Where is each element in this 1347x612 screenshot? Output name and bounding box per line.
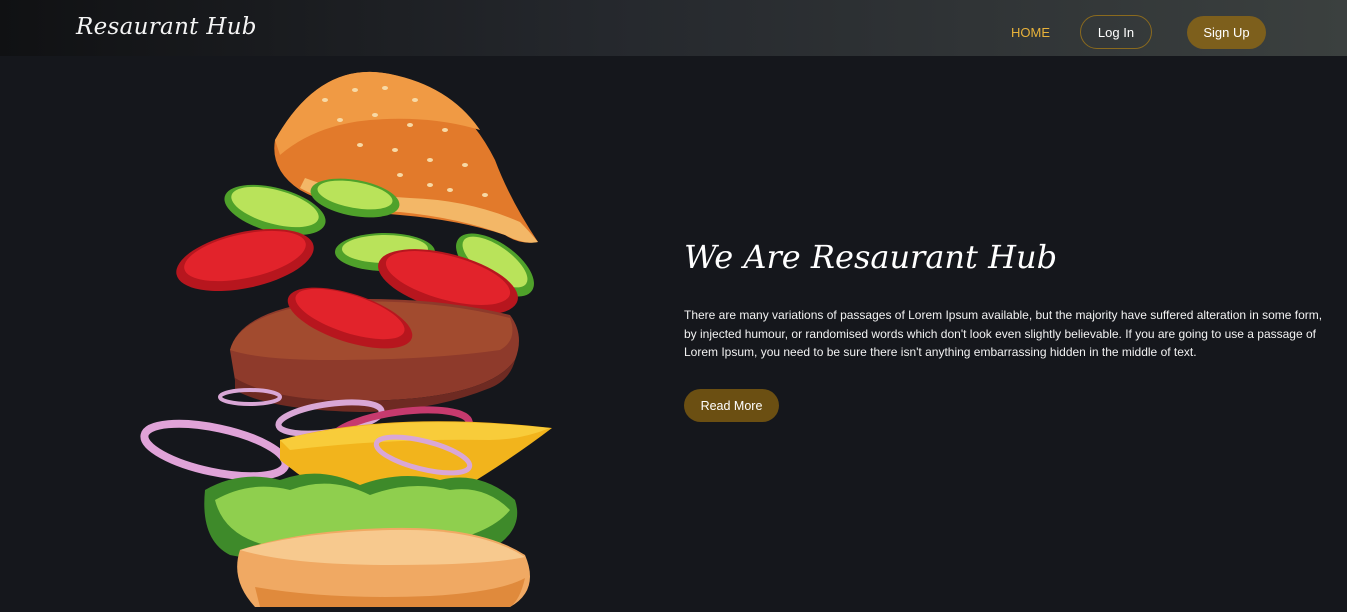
brand-logo[interactable]: Resaurant Hub [76,14,257,40]
read-more-button[interactable]: Read More [684,389,779,422]
nav-home-link[interactable]: HOME [1011,25,1050,40]
hero-description: There are many variations of passages of… [684,308,1323,359]
burger-illustration [130,60,570,612]
login-button[interactable]: Log In [1080,15,1152,49]
signup-button[interactable]: Sign Up [1187,16,1266,49]
navbar: Resaurant Hub HOME Log In Sign Up [0,0,1347,56]
hero-title: We Are Resaurant Hub [684,238,1058,276]
